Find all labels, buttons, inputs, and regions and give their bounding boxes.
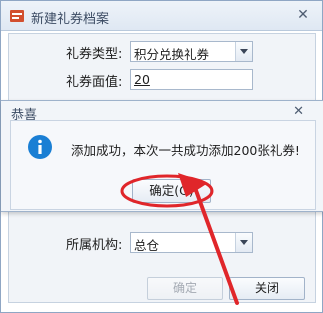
org-label: 所属机构: <box>66 238 123 253</box>
app-window: 新建礼券档案 ✕ 礼券类型: 积分兑换礼券 礼券面值: 20 所属机构: 总仓 … <box>0 0 323 313</box>
dialog-message: 添加成功，本次一共成功添加200张礼券! <box>71 143 300 158</box>
chevron-down-icon <box>240 49 248 54</box>
coupon-type-select[interactable]: 积分兑换礼券 <box>130 41 253 62</box>
coupon-type-dropdown-button[interactable] <box>235 42 252 61</box>
title-bar: 新建礼券档案 ✕ <box>1 1 322 31</box>
face-value-input[interactable]: 20 <box>130 69 253 90</box>
org-value: 总仓 <box>134 238 160 253</box>
chevron-down-icon <box>240 240 248 245</box>
org-select[interactable]: 总仓 <box>130 232 253 253</box>
coupon-type-label: 礼券类型: <box>66 47 123 62</box>
confirm-button[interactable]: 确定 <box>147 277 223 300</box>
info-icon <box>28 135 52 159</box>
org-dropdown-button[interactable] <box>235 233 252 252</box>
app-icon <box>10 10 24 22</box>
message-dialog: 恭喜 ✕ 添加成功，本次一共成功添加200张礼券! 确定(O) <box>1 100 323 212</box>
face-value-label: 礼券面值: <box>66 75 123 90</box>
window-close-icon[interactable]: ✕ <box>296 8 310 22</box>
face-value-text: 20 <box>134 72 150 87</box>
coupon-type-value: 积分兑换礼券 <box>134 47 210 62</box>
dialog-close-icon[interactable]: ✕ <box>293 104 304 119</box>
dialog-body: 添加成功，本次一共成功添加200张礼券! 确定(O) <box>10 120 316 210</box>
window-title: 新建礼券档案 <box>31 12 110 27</box>
close-button[interactable]: 关闭 <box>229 277 305 300</box>
dialog-ok-button[interactable]: 确定(O) <box>132 179 211 203</box>
